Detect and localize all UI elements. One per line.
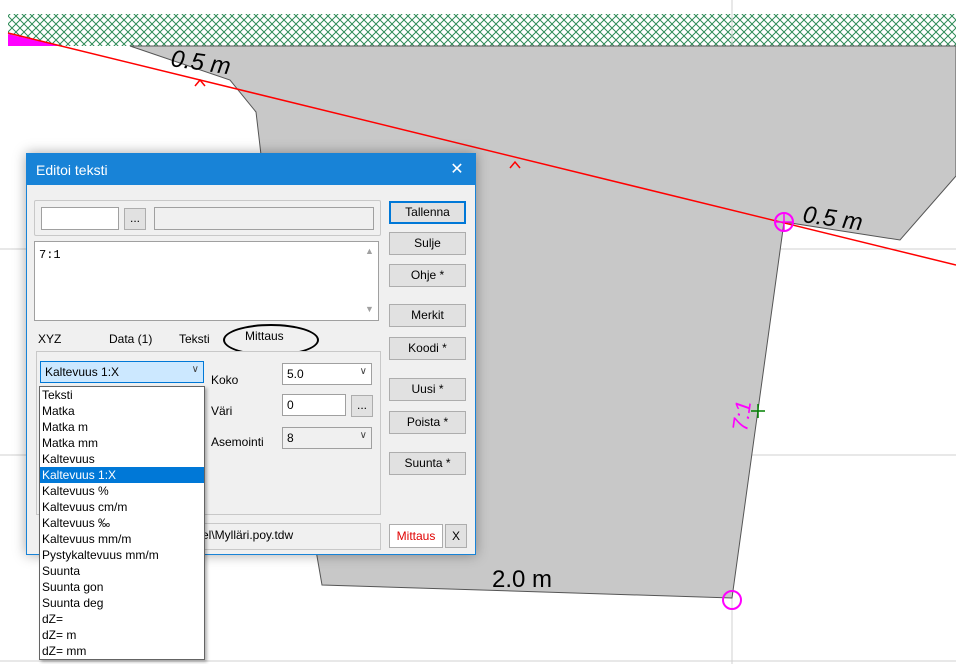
help-button[interactable]: Ohje * <box>389 264 466 287</box>
dropdown-option[interactable]: Matka <box>40 403 204 419</box>
color-picker-button[interactable]: ... <box>351 395 373 417</box>
tab-text[interactable]: Teksti <box>179 332 210 352</box>
slope-label[interactable]: 7:1 <box>727 399 756 433</box>
measurement-type-value: Kaltevuus 1:X <box>45 365 120 379</box>
chevron-down-icon: ∨ <box>359 366 367 377</box>
dropdown-option[interactable]: Kaltevuus 1:X <box>40 467 204 483</box>
chevron-down-icon: ∨ <box>191 364 199 375</box>
close-icon[interactable]: ✕ <box>439 154 475 185</box>
dropdown-option[interactable]: Kaltevuus ‰ <box>40 515 204 531</box>
scroll-down-icon[interactable]: ▼ <box>365 304 374 314</box>
dropdown-list: Teksti Matka Matka m Matka mm Kaltevuus Kalte… <box>40 387 204 659</box>
text-area-content[interactable]: 7:1 <box>39 248 61 262</box>
new-button[interactable]: Uusi * <box>389 378 466 401</box>
color-input[interactable] <box>283 395 345 415</box>
size-select[interactable]: 5.0 ∨ <box>282 363 372 385</box>
placement-label: Asemointi <box>211 435 264 449</box>
save-button[interactable]: Tallenna <box>389 201 466 224</box>
dropdown-option[interactable]: Matka mm <box>40 435 204 451</box>
dropdown-option[interactable]: Suunta gon <box>40 579 204 595</box>
dropdown-option[interactable]: Kaltevuus % <box>40 483 204 499</box>
marks-button[interactable]: Merkit <box>389 304 466 327</box>
dropdown-option[interactable]: Kaltevuus mm/m <box>40 531 204 547</box>
dropdown-option[interactable]: Pystykaltevuus mm/m <box>40 547 204 563</box>
file-path-display: el\Mylläri.poy.tdw <box>199 523 381 550</box>
hatched-area <box>8 14 956 46</box>
close-button[interactable]: Sulje <box>389 232 466 255</box>
code-field[interactable] <box>41 207 119 230</box>
dropdown-option[interactable]: Suunta <box>40 563 204 579</box>
size-label: Koko <box>211 373 239 387</box>
placement-value: 8 <box>287 431 294 445</box>
clear-mode-button[interactable]: X <box>445 524 467 548</box>
placement-select[interactable]: 8 ∨ <box>282 427 372 449</box>
dropdown-option[interactable]: Teksti <box>40 387 204 403</box>
measurement-type-select[interactable]: Kaltevuus 1:X ∨ <box>40 361 204 383</box>
dropdown-option[interactable]: Kaltevuus <box>40 451 204 467</box>
tab-xyz[interactable]: XYZ <box>38 332 61 352</box>
dropdown-option[interactable]: Suunta deg <box>40 595 204 611</box>
measurement-mode-button[interactable]: Mittaus <box>389 524 443 548</box>
distance-label-bottom[interactable]: 2.0 m <box>492 566 552 593</box>
dialog-title: Editoi teksti <box>36 162 108 178</box>
dropdown-option[interactable]: dZ= <box>40 611 204 627</box>
color-label: Väri <box>211 404 233 418</box>
description-input[interactable] <box>155 208 373 229</box>
text-area[interactable]: 7:1 ▲ ▼ <box>34 241 379 321</box>
scroll-up-icon[interactable]: ▲ <box>365 246 374 256</box>
code-input[interactable] <box>42 208 118 229</box>
dialog-titlebar[interactable]: Editoi teksti ✕ <box>27 154 475 185</box>
text-area-scrollbar[interactable]: ▲ ▼ <box>361 242 378 320</box>
tab-data[interactable]: Data (1) <box>109 332 152 352</box>
dropdown-option[interactable]: Kaltevuus cm/m <box>40 499 204 515</box>
direction-button[interactable]: Suunta * <box>389 452 466 475</box>
dropdown-option[interactable]: dZ= m <box>40 627 204 643</box>
size-value: 5.0 <box>287 367 304 381</box>
dropdown-option[interactable]: Matka m <box>40 419 204 435</box>
description-field[interactable] <box>154 207 374 230</box>
color-field[interactable] <box>282 394 346 416</box>
chevron-down-icon: ∨ <box>359 430 367 441</box>
file-path-text: el\Mylläri.poy.tdw <box>202 528 294 542</box>
browse-button[interactable]: ... <box>124 208 146 230</box>
measurement-type-dropdown[interactable]: Teksti Matka Matka m Matka mm Kaltevuus Kalte… <box>39 386 205 660</box>
code-button[interactable]: Koodi * <box>389 337 466 360</box>
dropdown-option[interactable]: dZ= mm <box>40 643 204 659</box>
delete-button[interactable]: Poista * <box>389 411 466 434</box>
